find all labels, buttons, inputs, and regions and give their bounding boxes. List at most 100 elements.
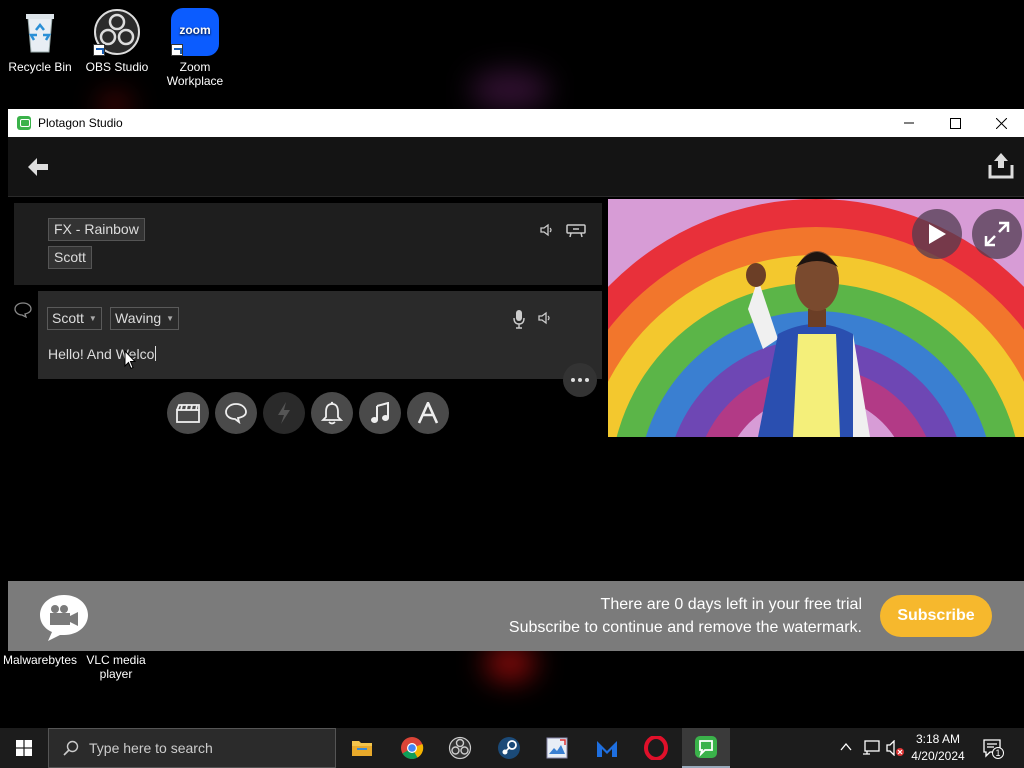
arrow-left-icon bbox=[28, 158, 48, 176]
speaker-icon[interactable] bbox=[538, 311, 552, 325]
add-action-button[interactable] bbox=[263, 392, 305, 434]
trial-banner: There are 0 days left in your free trial… bbox=[8, 581, 1024, 651]
back-button[interactable] bbox=[26, 155, 50, 179]
dialog-text-value: Hello! And Welco bbox=[48, 346, 155, 362]
text-cursor bbox=[155, 346, 157, 361]
recycle-bin-icon bbox=[16, 8, 64, 56]
dialog-card[interactable]: Scott ▼ Waving ▼ Hello! And Welco bbox=[38, 291, 602, 379]
dot bbox=[578, 378, 582, 382]
volume-muted-icon[interactable] bbox=[886, 740, 904, 756]
taskbar-chrome[interactable] bbox=[388, 728, 436, 768]
speaker-icon[interactable] bbox=[540, 223, 554, 237]
clock-date: 4/20/2024 bbox=[911, 749, 965, 763]
scene-character-chip[interactable]: Scott bbox=[48, 246, 92, 269]
text-icon bbox=[417, 402, 439, 424]
lightning-icon bbox=[278, 402, 290, 424]
network-icon[interactable] bbox=[862, 740, 880, 756]
export-button[interactable] bbox=[988, 151, 1014, 179]
malwarebytes-icon bbox=[597, 741, 617, 757]
camera-icon[interactable] bbox=[566, 222, 586, 238]
window-title: Plotagon Studio bbox=[38, 116, 123, 130]
start-button[interactable] bbox=[0, 728, 48, 768]
zoom-logo-text: zoom bbox=[179, 23, 211, 37]
maximize-icon bbox=[949, 117, 961, 129]
desktop-icon-label: VLC media player bbox=[86, 653, 146, 681]
video-preview[interactable] bbox=[608, 199, 1024, 437]
more-options-button[interactable] bbox=[563, 363, 597, 397]
taskbar-obs[interactable] bbox=[436, 728, 484, 768]
play-button[interactable] bbox=[912, 209, 962, 259]
editor-toolbar bbox=[8, 137, 1024, 197]
obs-logo-icon bbox=[448, 736, 472, 760]
fullscreen-button[interactable] bbox=[972, 209, 1022, 259]
chrome-icon bbox=[401, 737, 424, 759]
add-text-button[interactable] bbox=[407, 392, 449, 434]
play-icon bbox=[929, 224, 946, 244]
add-sound-effect-button[interactable] bbox=[311, 392, 353, 434]
taskbar: Type here to search 3:18 AM 4/20/2024 1 bbox=[0, 728, 1024, 768]
add-dialog-button[interactable] bbox=[215, 392, 257, 434]
desktop-icon-label: Malwarebytes bbox=[2, 653, 78, 667]
desktop-icon-label: OBS Studio bbox=[85, 60, 149, 74]
clock-time: 3:18 AM bbox=[915, 732, 961, 746]
taskbar-clock[interactable]: 3:18 AM 4/20/2024 bbox=[906, 731, 970, 765]
desktop-icon-vlc[interactable]: VLC media player bbox=[77, 653, 155, 681]
taskbar-malwarebytes[interactable] bbox=[583, 728, 631, 768]
taskbar-steam[interactable] bbox=[485, 728, 533, 768]
dialog-speech-bubble-icon bbox=[14, 302, 32, 318]
emotion-dropdown[interactable]: Waving ▼ bbox=[110, 307, 180, 330]
plotagon-logo-icon bbox=[17, 116, 31, 130]
desktop-icon-recycle-bin[interactable]: Recycle Bin bbox=[0, 8, 80, 74]
dot bbox=[585, 378, 589, 382]
folder-icon bbox=[352, 741, 372, 756]
dot bbox=[571, 378, 575, 382]
notification-center-button[interactable]: 1 bbox=[982, 738, 1004, 759]
dialog-text-input[interactable]: Hello! And Welco bbox=[48, 346, 157, 362]
close-button[interactable] bbox=[978, 109, 1024, 137]
scene-card[interactable]: FX - Rainbow Scott bbox=[14, 203, 602, 285]
plotagon-window: Plotagon Studio FX - Rainbow Scott Scott… bbox=[8, 109, 1024, 651]
mouse-pointer-icon bbox=[124, 350, 136, 370]
shortcut-arrow-icon bbox=[171, 44, 183, 56]
taskbar-search-box[interactable]: Type here to search bbox=[48, 728, 336, 768]
taskbar-plotagon[interactable] bbox=[682, 728, 730, 768]
export-icon bbox=[988, 153, 1014, 179]
dropdown-caret-icon: ▼ bbox=[88, 314, 97, 323]
taskbar-file-explorer[interactable] bbox=[338, 728, 386, 768]
subscribe-button[interactable]: Subscribe bbox=[880, 595, 992, 637]
maximize-button[interactable] bbox=[932, 109, 978, 137]
window-titlebar[interactable]: Plotagon Studio bbox=[8, 109, 1024, 137]
music-note-icon bbox=[371, 402, 389, 423]
steam-icon bbox=[498, 737, 520, 759]
speech-bubble-icon bbox=[225, 403, 247, 424]
image-editor-icon bbox=[546, 737, 568, 759]
fx-chip[interactable]: FX - Rainbow bbox=[48, 218, 145, 241]
dropdown-caret-icon: ▼ bbox=[166, 314, 175, 323]
taskbar-opera[interactable] bbox=[632, 728, 680, 768]
desktop-icon-obs-studio[interactable]: OBS Studio bbox=[77, 8, 157, 74]
zoom-logo-icon: zoom bbox=[171, 8, 219, 56]
opera-icon bbox=[644, 736, 668, 760]
search-placeholder: Type here to search bbox=[89, 740, 213, 756]
trial-message-line2: Subscribe to continue and remove the wat… bbox=[508, 619, 862, 636]
expand-icon bbox=[984, 221, 1010, 247]
background-glow bbox=[470, 70, 550, 110]
close-icon bbox=[995, 117, 1007, 129]
shortcut-arrow-icon bbox=[93, 44, 105, 56]
minimize-icon bbox=[904, 122, 914, 124]
character-dropdown-value: Scott bbox=[52, 310, 84, 326]
minimize-button[interactable] bbox=[886, 109, 932, 137]
desktop-icon-malwarebytes[interactable]: Malwarebytes bbox=[0, 653, 80, 667]
taskbar-image-app[interactable] bbox=[533, 728, 581, 768]
desktop-icon-zoom[interactable]: zoom Zoom Workplace bbox=[155, 8, 235, 88]
chevron-up-icon[interactable] bbox=[840, 743, 852, 751]
character-dropdown[interactable]: Scott ▼ bbox=[47, 307, 102, 330]
emotion-dropdown-value: Waving bbox=[115, 310, 162, 326]
bell-icon bbox=[321, 401, 343, 425]
notification-count: 1 bbox=[992, 747, 1004, 759]
add-scene-button[interactable] bbox=[167, 392, 209, 434]
obs-logo-icon bbox=[93, 8, 141, 56]
add-music-button[interactable] bbox=[359, 392, 401, 434]
microphone-icon[interactable] bbox=[512, 309, 526, 329]
desktop-icon-label: Recycle Bin bbox=[8, 60, 72, 74]
